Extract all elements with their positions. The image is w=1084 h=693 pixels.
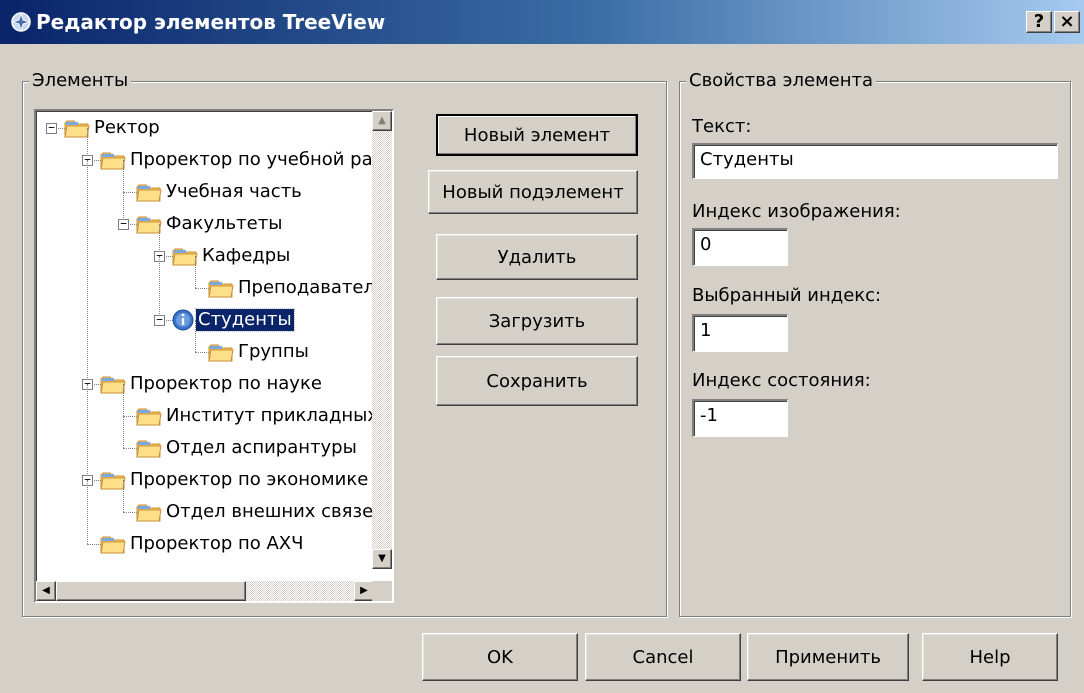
- tree-node-label: Группы: [238, 341, 309, 362]
- app-icon: [11, 12, 31, 32]
- tree-node-label: Проректор по учебной ра: [130, 149, 373, 170]
- load-button[interactable]: Загрузить: [436, 297, 638, 345]
- close-button[interactable]: ×: [1054, 11, 1080, 33]
- scrollbar-corner: [372, 581, 392, 601]
- folder-icon: [136, 501, 162, 523]
- help-title-button[interactable]: ?: [1026, 11, 1052, 33]
- scroll-up-button[interactable]: ▲: [372, 111, 392, 131]
- collapse-toggle-icon[interactable]: −: [118, 218, 129, 230]
- collapse-toggle-icon[interactable]: −: [46, 122, 57, 134]
- ok-button[interactable]: OK: [422, 633, 578, 681]
- tree-view-content: − Ректор − Проректор по учебной ра Учебная ч…: [36, 111, 374, 569]
- scroll-right-button[interactable]: ▶: [354, 581, 374, 601]
- folder-icon: [136, 437, 162, 459]
- text-label: Текст:: [692, 116, 752, 137]
- horizontal-scroll-thumb[interactable]: [56, 581, 246, 601]
- apply-button[interactable]: Применить: [747, 633, 909, 681]
- save-button[interactable]: Сохранить: [436, 356, 638, 406]
- properties-group-legend: Свойства элемента: [686, 72, 877, 90]
- tree-view[interactable]: − Ректор − Проректор по учебной ра Учебная ч…: [34, 109, 394, 603]
- selected-index-input[interactable]: 1: [692, 314, 788, 352]
- new-element-button[interactable]: Новый элемент: [436, 114, 638, 156]
- tree-node-label: Кафедры: [202, 245, 291, 266]
- folder-icon: [208, 277, 234, 299]
- state-index-input[interactable]: -1: [692, 399, 788, 437]
- info-icon: [172, 309, 194, 331]
- title-bar[interactable]: Редактор элементов TreeView ? ×: [0, 0, 1084, 44]
- tree-node-label: Студенты: [195, 308, 295, 332]
- selected-index-label: Выбранный индекс:: [692, 285, 882, 306]
- tree-node-label: Преподаватели: [238, 277, 374, 298]
- scroll-left-button[interactable]: ◀: [36, 581, 56, 601]
- scroll-down-button[interactable]: ▼: [372, 549, 392, 569]
- tree-line: [87, 160, 88, 384]
- state-index-label: Индекс состояния:: [692, 370, 871, 391]
- tree-node-label: Отдел аспирантуры: [166, 437, 357, 458]
- tree-node-label: Факультеты: [166, 213, 283, 234]
- tree-node-label: Учебная часть: [166, 181, 302, 202]
- elements-group-legend: Элементы: [29, 72, 132, 90]
- tree-node-label: Проректор по АХЧ: [130, 533, 304, 554]
- tree-node-label: Ректор: [94, 117, 160, 138]
- folder-icon: [208, 341, 234, 363]
- tree-node-label: Институт прикладных: [166, 405, 374, 426]
- new-subelement-button[interactable]: Новый подэлемент: [428, 170, 638, 214]
- tree-node-label: Отдел внешних связе: [166, 501, 374, 522]
- tree-node-label: Проректор по науке: [130, 373, 322, 394]
- image-index-input[interactable]: 0: [692, 228, 788, 266]
- window-title: Редактор элементов TreeView: [36, 10, 386, 34]
- treeview-editor-dialog: Редактор элементов TreeView ? × Элементы…: [0, 0, 1084, 693]
- horizontal-scrollbar[interactable]: ◀ ▶: [36, 581, 374, 601]
- help-button[interactable]: Help: [922, 633, 1058, 681]
- tree-node-label: Проректор по экономике: [130, 469, 369, 490]
- cancel-button[interactable]: Cancel: [585, 633, 741, 681]
- folder-icon: [136, 181, 162, 203]
- folder-icon: [136, 405, 162, 427]
- image-index-label: Индекс изображения:: [692, 201, 901, 222]
- tree-node[interactable]: Проректор по АХЧ: [36, 529, 374, 559]
- collapse-toggle-icon[interactable]: −: [154, 314, 165, 326]
- folder-icon: [100, 533, 126, 555]
- delete-button[interactable]: Удалить: [436, 234, 638, 280]
- vertical-scrollbar[interactable]: ▲ ▼: [372, 111, 392, 569]
- text-input[interactable]: Студенты: [692, 143, 1058, 179]
